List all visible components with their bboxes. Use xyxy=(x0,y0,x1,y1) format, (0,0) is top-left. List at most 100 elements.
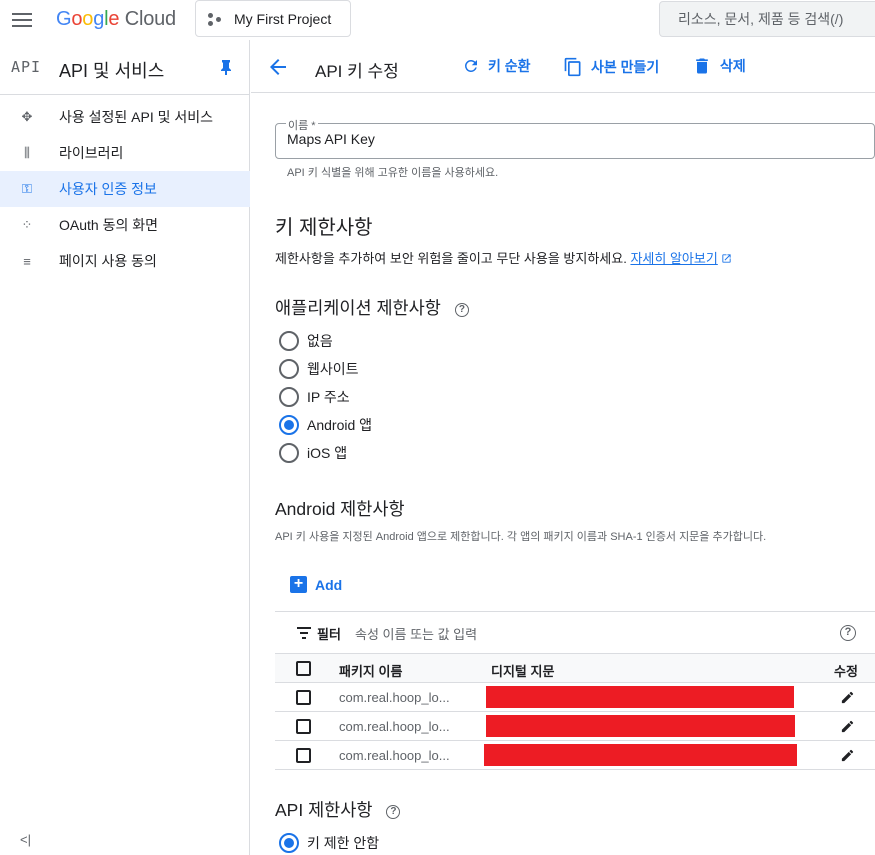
search-input[interactable]: 리소스, 문서, 제품 등 검색(/) xyxy=(659,1,875,37)
help-icon[interactable]: ? xyxy=(386,805,401,819)
key-icon: ⚿ xyxy=(22,181,32,196)
search-placeholder: 리소스, 문서, 제품 등 검색(/) xyxy=(678,11,844,27)
radio-ios-app[interactable]: iOS 앱 xyxy=(279,441,479,465)
sidebar-header: API API 및 서비스 xyxy=(0,40,249,95)
project-picker-button[interactable]: My First Project xyxy=(195,0,351,37)
filter-label: 필터 xyxy=(317,627,341,642)
radio-circle xyxy=(279,833,299,853)
column-edit: 수정 xyxy=(834,664,858,679)
sidebar-item-page-usage-consent[interactable]: ≡ 페이지 사용 동의 xyxy=(0,243,250,279)
add-android-app-button[interactable]: + Add xyxy=(290,576,342,593)
table-row: com.real.hoop_lo... xyxy=(275,683,875,712)
list-settings-icon: ≡ xyxy=(23,253,31,269)
radio-label: 웹사이트 xyxy=(307,361,359,377)
dots-grid-icon: ⁘ xyxy=(21,217,33,232)
sidebar-item-oauth-consent[interactable]: ⁘ OAuth 동의 화면 xyxy=(0,207,250,243)
app-restrictions-title-text: 애플리케이션 제한사항 xyxy=(275,298,441,318)
api-logo-icon: API xyxy=(11,58,42,76)
sidebar-item-label: 사용자 인증 정보 xyxy=(59,181,157,197)
select-all-checkbox[interactable] xyxy=(296,661,311,676)
edit-icon[interactable] xyxy=(840,748,855,763)
help-icon[interactable]: ? xyxy=(454,303,469,317)
back-arrow-icon[interactable] xyxy=(268,57,288,77)
learn-more-link[interactable]: 자세히 알아보기 xyxy=(630,251,717,266)
open-in-new-icon xyxy=(722,254,732,263)
filter-input[interactable]: 속성 이름 또는 값 입력 xyxy=(355,624,477,643)
copy-key-button[interactable]: 사본 만들기 xyxy=(563,56,659,78)
key-name-input[interactable] xyxy=(287,131,847,147)
row-checkbox[interactable] xyxy=(296,719,311,734)
android-apps-table: 필터 속성 이름 또는 값 입력 ? 패키지 이름 디지털 지문 수정 com.… xyxy=(275,611,875,770)
sidebar-item-library[interactable]: ⫼ 라이브러리 xyxy=(0,135,250,171)
sidebar-item-label: 사용 설정된 API 및 서비스 xyxy=(59,109,214,125)
key-restrictions-title: 키 제한사항 xyxy=(275,217,373,239)
radio-circle xyxy=(279,359,299,379)
google-cloud-logo[interactable]: Google Cloud xyxy=(56,8,176,31)
api-restrictions-title-text: API 제한사항 xyxy=(275,800,373,820)
pin-icon[interactable] xyxy=(219,59,233,75)
logo-letter: o xyxy=(82,8,94,30)
copy-key-label: 사본 만들기 xyxy=(591,59,660,75)
row-checkbox[interactable] xyxy=(296,690,311,705)
collapse-sidebar-icon[interactable]: <| xyxy=(20,832,31,847)
android-restrictions-title: Android 제한사항 xyxy=(275,499,405,519)
key-restrictions-text: 제한사항을 추가하여 보안 위험을 줄이고 무단 사용을 방지하세요. xyxy=(275,251,627,266)
diamond-arrows-icon: ✥ xyxy=(21,109,33,124)
table-row: com.real.hoop_lo... xyxy=(275,741,875,770)
key-name-field[interactable]: 이름 * xyxy=(275,117,875,159)
radio-label: Android 앱 xyxy=(307,417,373,433)
copy-icon xyxy=(564,57,581,77)
sidebar-item-credentials[interactable]: ⚿ 사용자 인증 정보 xyxy=(0,171,250,207)
table-header: 패키지 이름 디지털 지문 수정 xyxy=(275,654,875,683)
radio-label: 없음 xyxy=(307,333,333,349)
learn-more-text: 자세히 알아보기 xyxy=(630,251,718,266)
logo-cloud-text: Cloud xyxy=(124,8,176,30)
add-label: Add xyxy=(315,576,343,593)
top-bar: Google Cloud My First Project 리소스, 문서, 제… xyxy=(0,0,875,40)
row-checkbox[interactable] xyxy=(296,748,311,763)
column-package-name[interactable]: 패키지 이름 xyxy=(339,661,402,680)
delete-key-button[interactable]: 삭제 xyxy=(692,56,746,76)
radio-circle xyxy=(279,415,299,435)
action-bar: API 키 수정 키 순환 사본 만들기 삭제 xyxy=(251,40,875,93)
table-row: com.real.hoop_lo... xyxy=(275,712,875,741)
delete-key-label: 삭제 xyxy=(720,58,746,74)
column-fingerprint[interactable]: 디지털 지문 xyxy=(491,661,554,680)
radio-website[interactable]: 웹사이트 xyxy=(279,357,479,381)
radio-android-app[interactable]: Android 앱 xyxy=(279,413,479,437)
sidebar-item-label: 라이브러리 xyxy=(59,145,124,161)
redacted-fingerprint xyxy=(484,744,797,766)
main-content: API 키 수정 키 순환 사본 만들기 삭제 이름 * API 키 식별을 위… xyxy=(251,40,875,855)
redacted-fingerprint xyxy=(486,715,795,737)
radio-label: IP 주소 xyxy=(307,389,350,405)
redacted-fingerprint xyxy=(486,686,794,708)
edit-icon[interactable] xyxy=(840,719,855,734)
page-title: API 키 수정 xyxy=(315,62,399,81)
rotate-key-button[interactable]: 키 순환 xyxy=(462,56,531,76)
filter-icon[interactable] xyxy=(297,627,311,639)
sidebar-item-enabled-apis[interactable]: ✥ 사용 설정된 API 및 서비스 xyxy=(0,99,250,135)
sidebar: API API 및 서비스 ✥ 사용 설정된 API 및 서비스 ⫼ 라이브러리… xyxy=(0,40,250,855)
key-name-helper: API 키 식별을 위해 고유한 이름을 사용하세요. xyxy=(287,167,499,179)
radio-none[interactable]: 없음 xyxy=(279,329,479,353)
radio-circle xyxy=(279,331,299,351)
help-icon[interactable]: ? xyxy=(840,625,856,641)
rotate-key-label: 키 순환 xyxy=(488,58,531,74)
key-restrictions-desc: 제한사항을 추가하여 보안 위험을 줄이고 무단 사용을 방지하세요. 자세히 … xyxy=(275,248,732,267)
radio-dont-restrict-key[interactable]: 키 제한 안함 xyxy=(279,831,479,855)
main-menu-icon[interactable] xyxy=(12,10,32,28)
project-icon xyxy=(208,12,222,26)
trash-icon xyxy=(696,58,708,74)
radio-circle xyxy=(279,387,299,407)
radio-label: iOS 앱 xyxy=(307,445,348,461)
radio-label: 키 제한 안함 xyxy=(307,835,380,851)
android-restrictions-desc: API 키 사용을 지정된 Android 앱으로 제한합니다. 각 앱의 패키… xyxy=(275,531,767,543)
api-restrictions-title: API 제한사항? xyxy=(275,797,401,822)
project-name: My First Project xyxy=(234,10,332,27)
radio-ip-address[interactable]: IP 주소 xyxy=(279,385,479,409)
sidebar-item-label: OAuth 동의 화면 xyxy=(59,217,158,233)
refresh-icon xyxy=(464,59,477,72)
edit-icon[interactable] xyxy=(840,690,855,705)
sidebar-title: API 및 서비스 xyxy=(59,61,165,81)
add-icon: + xyxy=(290,576,307,593)
